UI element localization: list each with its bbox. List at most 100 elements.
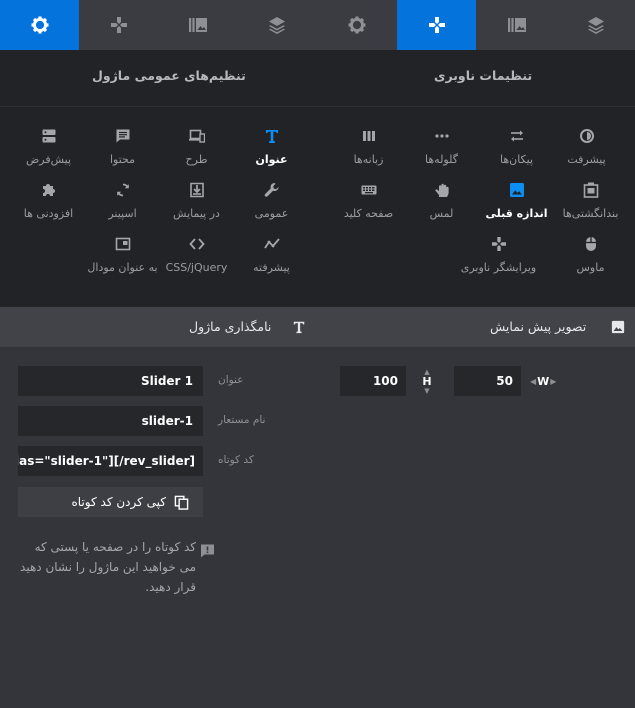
keyboard-icon — [361, 182, 377, 198]
modal-icon — [115, 236, 131, 252]
right-item-preview-size[interactable]: اندازه قبلی — [477, 182, 556, 220]
width-label: W — [537, 374, 550, 388]
left-item-css-jquery-label: CSS/jQuery — [165, 261, 228, 274]
gamepad-icon — [491, 236, 507, 252]
module-settings-page: تنظیم‌های عمومی ماژول تنظیمات ناوبری عنو… — [0, 0, 635, 708]
right-item-touch-label: لمس — [429, 207, 454, 220]
preview-height-stepper[interactable]: ▲ H ▼ — [419, 368, 435, 396]
copy-shortcode-button[interactable]: کپی کردن کد کوتاه — [18, 487, 203, 517]
bullets-icon — [434, 128, 450, 144]
module-title-label: عنوان — [218, 374, 244, 386]
tab-slides[interactable] — [158, 0, 237, 50]
gear-icon — [31, 16, 48, 34]
chevron-left-icon: ◀ — [530, 376, 537, 386]
copy-shortcode-button-label: کپی کردن کد کوتاه — [71, 495, 166, 509]
section-header-bar: نامگذاری ماژول تصویر پیش نمایش — [0, 307, 635, 347]
module-naming-title: نامگذاری ماژول — [189, 319, 272, 334]
left-item-content-label: محتوا — [109, 153, 136, 166]
gamepad-icon — [428, 17, 445, 33]
preview-width-input[interactable]: 50 — [454, 366, 521, 396]
right-item-progress[interactable]: پیشرفت — [547, 128, 626, 166]
chevron-right-icon: ▶ — [550, 376, 557, 386]
arrows-icon — [509, 128, 525, 144]
progress-icon — [579, 128, 595, 144]
left-item-spinner[interactable]: اسپینر — [83, 182, 162, 220]
right-item-mouse[interactable]: ماوس — [551, 236, 630, 274]
left-item-addons-label: افزودنی ها — [23, 207, 74, 220]
left-item-title-label: عنوان — [255, 153, 288, 166]
left-item-layout-label: طرح — [185, 153, 208, 166]
module-alias-input[interactable]: slider-1 — [18, 406, 203, 436]
left-item-default-label: پیش‌فرض — [25, 153, 72, 166]
right-item-tabs-label: زبانه‌ها — [353, 153, 384, 166]
left-item-general-label: عمومی — [254, 207, 289, 220]
right-item-tabs[interactable]: زبانه‌ها — [329, 128, 408, 166]
module-title-input[interactable]: Slider 1 — [18, 366, 203, 396]
left-item-modal[interactable]: به عنوان مودال — [83, 236, 162, 274]
preview-height-input[interactable]: 100 — [340, 366, 406, 396]
shortcode-hint-text: کد کوتاه را در صفحه یا پستی که می خواهید… — [20, 540, 196, 594]
chevron-down-icon: ▼ — [424, 387, 430, 395]
tabs-icon — [361, 128, 377, 144]
addons-icon — [41, 182, 57, 198]
settings-panel: تنظیم‌های عمومی ماژول تنظیمات ناوبری عنو… — [0, 50, 635, 307]
left-item-addons[interactable]: افزودنی ها — [9, 182, 88, 220]
right-item-keyboard-label: صفحه کلید — [343, 207, 394, 220]
copy-icon — [174, 495, 189, 510]
module-general-settings-heading: تنظیم‌های عمومی ماژول — [92, 68, 246, 83]
top-tab-bar — [0, 0, 635, 50]
tab-layers-right[interactable] — [556, 0, 635, 50]
right-item-arrows[interactable]: پیکان‌ها — [477, 128, 556, 166]
right-item-keyboard[interactable]: صفحه کلید — [329, 182, 408, 220]
left-item-advanced[interactable]: پیشرفته — [232, 236, 311, 274]
content-icon — [115, 128, 131, 144]
image-icon — [509, 182, 525, 198]
right-item-arrows-label: پیکان‌ها — [499, 153, 534, 166]
left-item-on-scroll[interactable]: در پیمایش — [157, 182, 236, 220]
image-icon — [611, 320, 625, 334]
right-item-thumbnails[interactable]: بندانگشتی‌ها — [551, 182, 630, 220]
layers-icon — [268, 17, 285, 34]
shortcode-input[interactable]: alias="slider-1"][/rev_slider] — [18, 446, 203, 476]
left-item-css-jquery[interactable]: CSS/jQuery — [157, 236, 236, 274]
left-item-general[interactable]: عمومی — [232, 182, 311, 220]
shortcode-label: کد کوتاه — [218, 454, 254, 466]
left-item-content[interactable]: محتوا — [83, 128, 162, 166]
title-icon — [264, 128, 280, 144]
gear-icon — [348, 16, 365, 34]
tab-navigation[interactable] — [79, 0, 158, 50]
code-icon — [188, 236, 205, 252]
info-comment-icon — [201, 544, 214, 558]
images-icon — [507, 18, 526, 32]
right-item-bullets[interactable]: گلوله‌ها — [402, 128, 481, 166]
right-item-mouse-label: ماوس — [576, 261, 605, 274]
tab-navigation-active[interactable] — [397, 0, 476, 50]
wrench-icon — [264, 182, 280, 198]
right-item-thumbnails-label: بندانگشتی‌ها — [562, 207, 619, 220]
tab-slides-right[interactable] — [477, 0, 556, 50]
title-icon — [293, 321, 305, 334]
left-item-spinner-label: اسپینر — [108, 207, 137, 220]
layers-icon — [587, 17, 604, 34]
left-item-on-scroll-label: در پیمایش — [173, 207, 220, 220]
tab-layers[interactable] — [237, 0, 316, 50]
images-icon — [188, 18, 207, 32]
left-item-default[interactable]: پیش‌فرض — [9, 128, 88, 166]
right-item-touch[interactable]: لمس — [402, 182, 481, 220]
navigation-settings-heading: تنظیمات ناوبری — [434, 68, 533, 83]
tab-settings-right[interactable] — [317, 0, 396, 50]
devices-icon — [188, 128, 205, 144]
right-item-navigation-editor[interactable]: ویرایشگر ناوبری — [459, 236, 538, 274]
preview-image-title: تصویر پیش نمایش — [490, 319, 587, 334]
mouse-icon — [583, 236, 599, 252]
module-alias-label: نام مستعار — [218, 414, 266, 426]
preview-width-stepper[interactable]: ◀ W ▶ — [530, 373, 556, 389]
advanced-chart-icon — [263, 236, 280, 252]
right-item-preview-size-label: اندازه قبلی — [485, 207, 548, 220]
left-item-title[interactable]: عنوان — [232, 128, 311, 166]
right-item-navigation-editor-label: ویرایشگر ناوبری — [460, 261, 537, 274]
touch-icon — [434, 182, 450, 198]
left-item-modal-label: به عنوان مودال — [87, 261, 158, 274]
tab-module-general-settings[interactable] — [0, 0, 79, 50]
left-item-layout[interactable]: طرح — [157, 128, 236, 166]
